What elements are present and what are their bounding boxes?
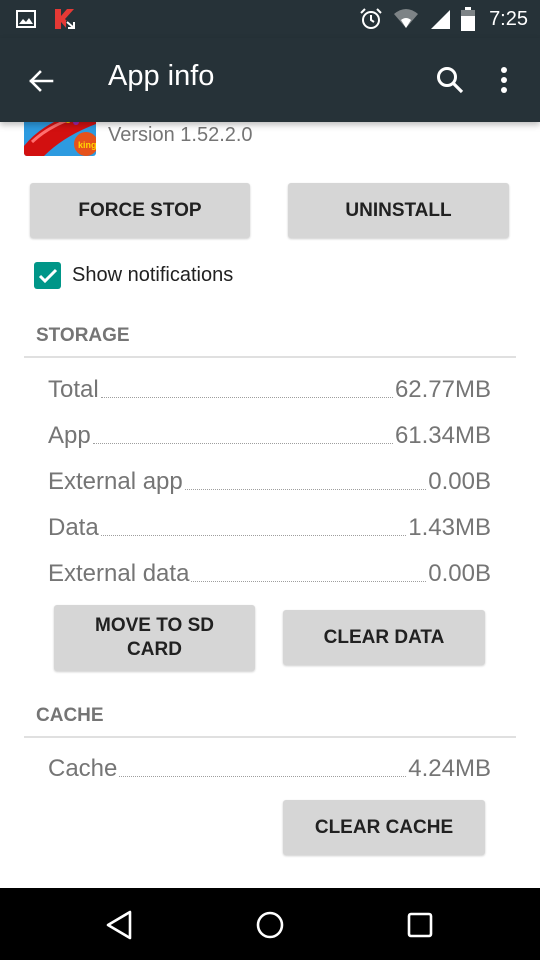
- storage-row-external-data: External data 0.00B: [48, 554, 491, 588]
- storage-value: 61.34MB: [394, 422, 491, 449]
- alarm-icon: [360, 8, 382, 29]
- cache-divider: [24, 736, 516, 738]
- dotted-leader: [100, 535, 407, 536]
- cell-signal-icon: [431, 10, 451, 29]
- clear-cache-button[interactable]: CLEAR CACHE: [283, 800, 485, 855]
- page-title: App info: [108, 60, 215, 92]
- navigation-bar: [0, 888, 540, 960]
- search-icon[interactable]: [434, 64, 466, 96]
- cache-section-title: CACHE: [36, 705, 104, 726]
- battery-icon: [461, 7, 476, 31]
- dotted-leader: [184, 489, 427, 490]
- checkmark-icon: [38, 268, 57, 283]
- force-stop-button[interactable]: FORCE STOP: [30, 183, 250, 238]
- cache-row: Cache 4.24MB: [48, 749, 491, 783]
- move-to-sd-card-button[interactable]: MOVE TO SD CARD: [54, 605, 255, 671]
- storage-row-app: App 61.34MB: [48, 416, 491, 450]
- show-notifications-checkbox[interactable]: [34, 262, 61, 289]
- dotted-leader: [119, 776, 407, 777]
- arrow-back-icon[interactable]: [26, 66, 56, 96]
- storage-row-total: Total 62.77MB: [48, 370, 491, 404]
- status-bar: 7:25: [0, 0, 540, 38]
- dotted-leader: [92, 443, 393, 444]
- show-notifications-row[interactable]: Show notifications: [34, 262, 233, 289]
- more-vert-icon[interactable]: [492, 64, 516, 96]
- kaspersky-notification-icon: [55, 9, 75, 29]
- storage-row-data: Data 1.43MB: [48, 508, 491, 542]
- app-version: Version 1.52.2.0: [108, 124, 253, 146]
- cache-value: 4.24MB: [408, 755, 491, 782]
- storage-label: Data: [48, 514, 99, 541]
- nav-back-icon[interactable]: [103, 908, 137, 942]
- storage-value: 0.00B: [428, 468, 491, 495]
- storage-label: App: [48, 422, 91, 449]
- storage-value: 0.00B: [428, 560, 491, 587]
- storage-section-title: STORAGE: [36, 325, 130, 346]
- wifi-icon: [394, 9, 419, 28]
- app-bar: App info: [0, 38, 540, 122]
- dotted-leader: [191, 581, 427, 582]
- show-notifications-label: Show notifications: [72, 264, 234, 286]
- svg-text:king: king: [78, 140, 96, 150]
- storage-divider: [24, 356, 516, 358]
- storage-value: 1.43MB: [408, 514, 491, 541]
- storage-row-external-app: External app 0.00B: [48, 462, 491, 496]
- nav-recents-icon[interactable]: [403, 908, 437, 942]
- storage-label: External data: [48, 560, 190, 587]
- cache-label: Cache: [48, 755, 118, 782]
- storage-label: Total: [48, 376, 99, 403]
- dotted-leader: [100, 397, 393, 398]
- storage-value: 62.77MB: [394, 376, 491, 403]
- image-notification-icon: [16, 10, 36, 28]
- nav-home-icon[interactable]: [253, 908, 287, 942]
- storage-label: External app: [48, 468, 183, 495]
- clock: 7:25: [489, 7, 528, 30]
- uninstall-button[interactable]: UNINSTALL: [288, 183, 509, 238]
- candy-crush-app-icon: king: [24, 116, 96, 156]
- clear-data-button[interactable]: CLEAR DATA: [283, 610, 485, 665]
